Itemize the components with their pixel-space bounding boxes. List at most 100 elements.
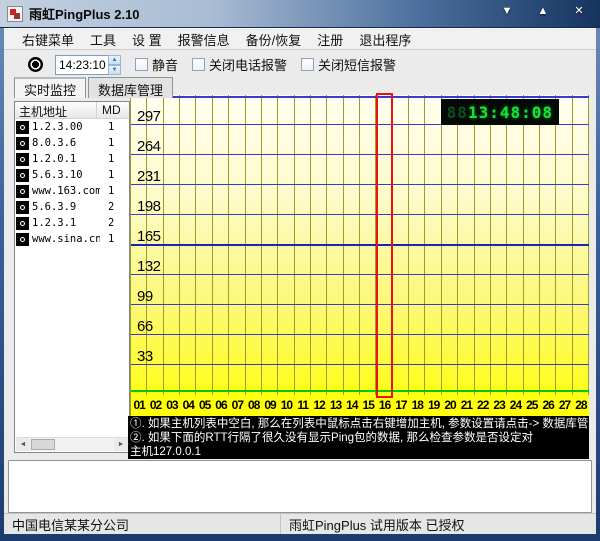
time-spinner: ▲ ▼ bbox=[108, 55, 121, 75]
column-header-md[interactable]: MD bbox=[97, 102, 129, 118]
column-header-host[interactable]: 主机地址 bbox=[15, 102, 97, 118]
maximize-button[interactable]: ▲ bbox=[530, 2, 556, 20]
host-row[interactable]: 8.0.3.61 bbox=[15, 135, 129, 151]
x-axis-label: 04 bbox=[180, 395, 196, 417]
checkbox-1[interactable] bbox=[135, 58, 148, 71]
y-axis-label: 198 bbox=[137, 198, 177, 213]
host-row[interactable]: www.163.com1 bbox=[15, 183, 129, 199]
highlight-rectangle bbox=[376, 93, 392, 398]
host-row[interactable]: 5.6.3.92 bbox=[15, 199, 129, 215]
x-axis-labels: 0102030405060708091011121314151617181920… bbox=[131, 395, 589, 417]
spin-up-button[interactable]: ▲ bbox=[108, 55, 121, 65]
toolbar: 14:23:10 ▲ ▼ 静音 关闭电话报警关闭短信报警 bbox=[4, 51, 596, 78]
host-address: 5.6.3.9 bbox=[32, 201, 100, 213]
checkbox-2[interactable] bbox=[192, 58, 205, 71]
x-axis-label: 15 bbox=[360, 395, 376, 417]
x-axis-label: 24 bbox=[507, 395, 523, 417]
tab-实时监控[interactable]: 实时监控 bbox=[14, 77, 86, 98]
x-axis-label: 27 bbox=[556, 395, 572, 417]
menu-bar: 右键菜单工具设 置报警信息备份/恢复注册退出程序 bbox=[4, 30, 596, 50]
host-status-icon bbox=[16, 201, 29, 214]
x-axis-label: 05 bbox=[196, 395, 212, 417]
help-line: 主机127.0.0.1 bbox=[130, 445, 589, 459]
x-axis-label: 22 bbox=[475, 395, 491, 417]
grid-hline bbox=[131, 364, 589, 365]
checkbox-3[interactable] bbox=[301, 58, 314, 71]
tab-strip: 实时监控数据库管理 bbox=[14, 77, 175, 98]
x-axis-label: 07 bbox=[229, 395, 245, 417]
time-value[interactable]: 14:23:10 bbox=[56, 58, 106, 72]
host-row[interactable]: 1.2.3.001 bbox=[15, 119, 129, 135]
y-axis-label: 66 bbox=[137, 318, 177, 333]
x-axis-label: 12 bbox=[311, 395, 327, 417]
checkbox-group: 静音 bbox=[135, 55, 178, 74]
app-window: 雨虹PingPlus 2.10 ▼▲✕ 右键菜单工具设 置报警信息备份/恢复注册… bbox=[0, 0, 600, 541]
checkbox-group: 关闭电话报警 bbox=[192, 55, 287, 74]
host-address: www.163.com bbox=[32, 185, 100, 197]
host-row[interactable]: www.sina.cn1 bbox=[15, 231, 129, 247]
menu-item[interactable]: 右键菜单 bbox=[14, 30, 82, 49]
host-list-panel: 主机地址 MD 1.2.3.0018.0.3.611.2.0.115.6.3.1… bbox=[14, 101, 130, 453]
y-axis-label: 231 bbox=[137, 168, 177, 183]
grid-hline bbox=[131, 244, 589, 246]
scroll-thumb[interactable] bbox=[31, 439, 55, 450]
output-textbox[interactable] bbox=[8, 460, 592, 513]
host-address: 8.0.3.6 bbox=[32, 137, 100, 149]
window-controls: ▼ ▲ ✕ bbox=[494, 2, 592, 20]
host-row[interactable]: 5.6.3.101 bbox=[15, 167, 129, 183]
grid-hline bbox=[131, 154, 589, 155]
host-row[interactable]: 1.2.0.11 bbox=[15, 151, 129, 167]
x-axis-label: 14 bbox=[344, 395, 360, 417]
host-row[interactable]: 1.2.3.12 bbox=[15, 215, 129, 231]
status-license: 雨虹PingPlus 试用版本 已授权 bbox=[281, 515, 465, 534]
host-list-header: 主机地址 MD bbox=[15, 102, 129, 119]
led-ghost-digits: 88 bbox=[447, 103, 468, 122]
baseline-green-line bbox=[131, 390, 589, 392]
status-bar: 中国电信某某分公司 雨虹PingPlus 试用版本 已授权 bbox=[4, 513, 596, 534]
menu-item[interactable]: 备份/恢复 bbox=[238, 30, 310, 49]
x-axis-label: 08 bbox=[246, 395, 262, 417]
menu-item[interactable]: 退出程序 bbox=[351, 30, 419, 49]
host-md-value: 1 bbox=[100, 153, 114, 165]
host-status-icon bbox=[16, 153, 29, 166]
y-axis-label: 33 bbox=[137, 348, 177, 363]
checkbox-group: 关闭短信报警 bbox=[301, 55, 396, 74]
host-md-value: 1 bbox=[100, 137, 114, 149]
scroll-left-icon[interactable]: ◄ bbox=[16, 438, 30, 451]
x-axis-label: 17 bbox=[393, 395, 409, 417]
x-axis-label: 23 bbox=[491, 395, 507, 417]
menu-item[interactable]: 工具 bbox=[82, 30, 124, 49]
tab-数据库管理[interactable]: 数据库管理 bbox=[88, 77, 173, 98]
record-indicator-button[interactable] bbox=[28, 57, 43, 72]
title-bar: 雨虹PingPlus 2.10 ▼▲✕ bbox=[0, 0, 600, 28]
time-spinbox[interactable]: 14:23:10 bbox=[55, 55, 109, 75]
horizontal-scrollbar[interactable]: ◄ ► bbox=[16, 437, 128, 451]
grid-hline bbox=[131, 214, 589, 215]
x-axis-label: 25 bbox=[524, 395, 540, 417]
client-area: 右键菜单工具设 置报警信息备份/恢复注册退出程序 14:23:10 ▲ ▼ 静音… bbox=[4, 28, 596, 534]
menu-item[interactable]: 注册 bbox=[309, 30, 351, 49]
y-axis-label: 297 bbox=[137, 108, 177, 123]
host-md-value: 1 bbox=[100, 233, 114, 245]
host-status-icon bbox=[16, 185, 29, 198]
spin-down-button[interactable]: ▼ bbox=[108, 65, 121, 75]
x-axis-label: 21 bbox=[458, 395, 474, 417]
menu-item[interactable]: 报警信息 bbox=[170, 30, 238, 49]
help-line: ②. 如果下面的RTT行隔了很久没有显示Ping包的数据, 那么检查参数是否设定… bbox=[130, 431, 589, 445]
close-button[interactable]: ✕ bbox=[566, 2, 592, 20]
x-axis-label: 03 bbox=[164, 395, 180, 417]
app-icon bbox=[7, 6, 23, 22]
host-status-icon bbox=[16, 169, 29, 182]
minimize-button[interactable]: ▼ bbox=[494, 2, 520, 20]
host-address: 1.2.3.00 bbox=[32, 121, 100, 133]
x-axis-label: 02 bbox=[147, 395, 163, 417]
host-address: 5.6.3.10 bbox=[32, 169, 100, 181]
menu-item[interactable]: 设 置 bbox=[124, 30, 170, 49]
checkbox-label: 关闭电话报警 bbox=[209, 55, 287, 74]
x-axis-label: 10 bbox=[278, 395, 294, 417]
host-status-icon bbox=[16, 233, 29, 246]
y-axis-label: 165 bbox=[137, 228, 177, 243]
scroll-right-icon[interactable]: ► bbox=[114, 438, 128, 451]
host-status-icon bbox=[16, 121, 29, 134]
help-text-box: ①. 如果主机列表中空白, 那么在列表中鼠标点击右键增加主机, 参数设置请点击-… bbox=[128, 416, 589, 459]
